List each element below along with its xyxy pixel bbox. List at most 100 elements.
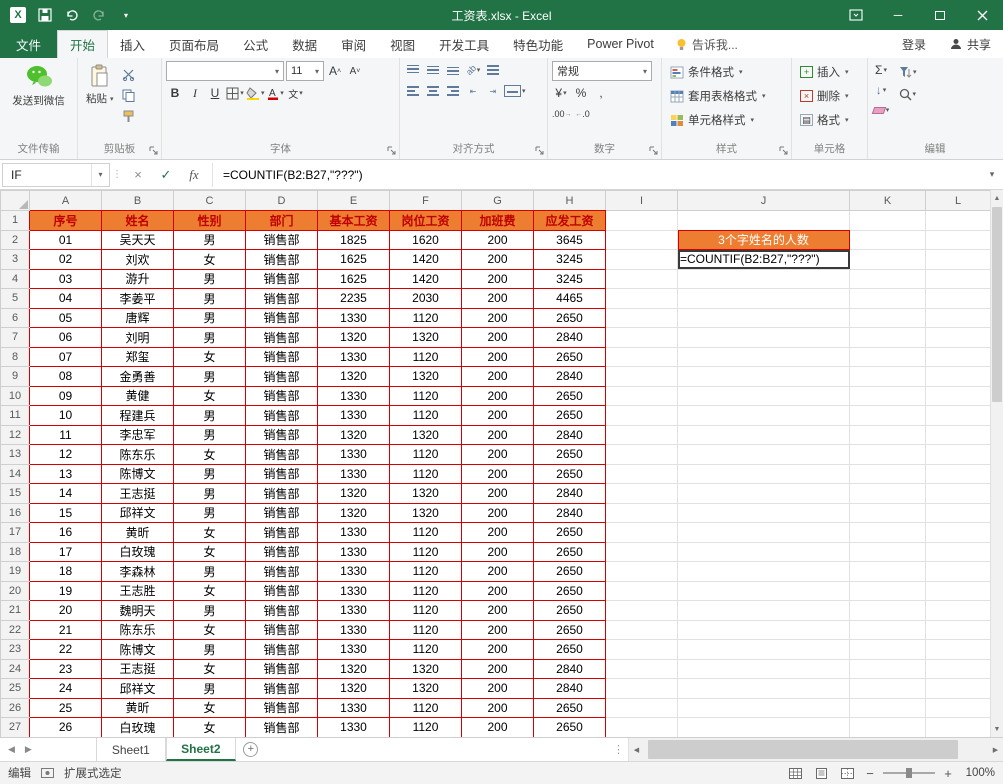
cell-I17[interactable] bbox=[605, 522, 678, 543]
cell-I7[interactable] bbox=[605, 327, 678, 348]
formula-bar-expand-icon[interactable]: ▾ bbox=[981, 169, 1003, 180]
cell-K25[interactable] bbox=[849, 678, 926, 699]
cell-F25[interactable]: 1320 bbox=[389, 678, 462, 699]
cell-H15[interactable]: 2840 bbox=[533, 483, 606, 504]
cell-L3[interactable] bbox=[925, 249, 990, 270]
cell-L26[interactable] bbox=[925, 697, 990, 718]
row-header-10[interactable]: 10 bbox=[0, 385, 30, 406]
cell-A26[interactable]: 25 bbox=[29, 697, 102, 718]
cell-I5[interactable] bbox=[605, 288, 678, 309]
page-break-view-button[interactable] bbox=[837, 764, 857, 782]
zoom-slider-thumb[interactable] bbox=[906, 768, 912, 778]
cell-L2[interactable] bbox=[925, 229, 990, 250]
cell-D19[interactable]: 销售部 bbox=[245, 561, 318, 582]
tab-view[interactable]: 视图 bbox=[378, 30, 427, 58]
cell-H9[interactable]: 2840 bbox=[533, 366, 606, 387]
insert-function-button[interactable]: fx bbox=[180, 163, 208, 187]
cell-D13[interactable]: 销售部 bbox=[245, 444, 318, 465]
insert-cells-button[interactable]: + 插入 ▾ bbox=[796, 60, 863, 84]
fill-color-button[interactable]: ▾ bbox=[246, 84, 265, 102]
cell-G9[interactable]: 200 bbox=[461, 366, 534, 387]
tab-splitter-handle[interactable]: ⋮ bbox=[609, 738, 628, 761]
cell-K2[interactable] bbox=[849, 229, 926, 250]
cell-J18[interactable] bbox=[677, 541, 850, 562]
zoom-level[interactable]: 100% bbox=[961, 767, 995, 779]
percent-style-button[interactable]: % bbox=[572, 84, 590, 102]
cell-I24[interactable] bbox=[605, 658, 678, 679]
cell-F19[interactable]: 1120 bbox=[389, 561, 462, 582]
number-dialog-launcher[interactable] bbox=[648, 145, 659, 156]
cell-E10[interactable]: 1330 bbox=[317, 385, 390, 406]
cell-H16[interactable]: 2840 bbox=[533, 502, 606, 523]
cell-C14[interactable]: 男 bbox=[173, 463, 246, 484]
cell-K24[interactable] bbox=[849, 658, 926, 679]
page-layout-view-button[interactable] bbox=[811, 764, 831, 782]
font-size-combo[interactable]: 11 ▾ bbox=[286, 61, 324, 81]
cell-H6[interactable]: 2650 bbox=[533, 307, 606, 328]
cell-G15[interactable]: 200 bbox=[461, 483, 534, 504]
cell-J16[interactable] bbox=[677, 502, 850, 523]
col-header-G[interactable]: G bbox=[461, 190, 534, 211]
cell-H23[interactable]: 2650 bbox=[533, 639, 606, 660]
cell-B14[interactable]: 陈博文 bbox=[101, 463, 174, 484]
cell-D2[interactable]: 销售部 bbox=[245, 229, 318, 250]
paste-button[interactable]: 粘贴 ▾ bbox=[82, 61, 118, 141]
cell-A2[interactable]: 01 bbox=[29, 229, 102, 250]
comma-style-button[interactable]: , bbox=[592, 84, 610, 102]
col-header-I[interactable]: I bbox=[605, 190, 678, 211]
cell-G14[interactable]: 200 bbox=[461, 463, 534, 484]
cell-C26[interactable]: 女 bbox=[173, 697, 246, 718]
cell-A18[interactable]: 17 bbox=[29, 541, 102, 562]
number-format-combo[interactable]: 常规 ▾ bbox=[552, 61, 652, 81]
cell-A6[interactable]: 05 bbox=[29, 307, 102, 328]
row-header-9[interactable]: 9 bbox=[0, 366, 30, 387]
cell-I15[interactable] bbox=[605, 483, 678, 504]
cell-D1[interactable]: 部门 bbox=[245, 210, 318, 231]
cell-F22[interactable]: 1120 bbox=[389, 619, 462, 640]
macro-record-icon[interactable] bbox=[41, 768, 54, 778]
cell-L14[interactable] bbox=[925, 463, 990, 484]
increase-indent-button[interactable]: ⇥ bbox=[484, 82, 502, 100]
cell-I16[interactable] bbox=[605, 502, 678, 523]
cell-H2[interactable]: 3645 bbox=[533, 229, 606, 250]
cell-J12[interactable] bbox=[677, 424, 850, 445]
cell-L15[interactable] bbox=[925, 483, 990, 504]
cell-C21[interactable]: 男 bbox=[173, 600, 246, 621]
cell-K22[interactable] bbox=[849, 619, 926, 640]
clipboard-dialog-launcher[interactable] bbox=[148, 145, 159, 156]
row-header-15[interactable]: 15 bbox=[0, 483, 30, 504]
cell-E4[interactable]: 1625 bbox=[317, 268, 390, 289]
copy-button[interactable] bbox=[120, 86, 138, 104]
cell-L21[interactable] bbox=[925, 600, 990, 621]
row-header-21[interactable]: 21 bbox=[0, 600, 30, 621]
font-dialog-launcher[interactable] bbox=[386, 145, 397, 156]
delete-cells-button[interactable]: × 删除 ▾ bbox=[796, 84, 863, 108]
row-header-14[interactable]: 14 bbox=[0, 463, 30, 484]
cell-I13[interactable] bbox=[605, 444, 678, 465]
cell-E1[interactable]: 基本工资 bbox=[317, 210, 390, 231]
format-cells-button[interactable]: ▤ 格式 ▾ bbox=[796, 108, 863, 132]
row-header-19[interactable]: 19 bbox=[0, 561, 30, 582]
vertical-scrollbar[interactable]: ▲ ▼ bbox=[990, 190, 1003, 737]
cell-L11[interactable] bbox=[925, 405, 990, 426]
cell-G25[interactable]: 200 bbox=[461, 678, 534, 699]
font-name-combo[interactable]: ▾ bbox=[166, 61, 284, 81]
cell-I2[interactable] bbox=[605, 229, 678, 250]
cell-L24[interactable] bbox=[925, 658, 990, 679]
row-header-3[interactable]: 3 bbox=[0, 249, 30, 270]
cell-H18[interactable]: 2650 bbox=[533, 541, 606, 562]
cell-H19[interactable]: 2650 bbox=[533, 561, 606, 582]
cell-E7[interactable]: 1320 bbox=[317, 327, 390, 348]
cell-A8[interactable]: 07 bbox=[29, 346, 102, 367]
cell-C2[interactable]: 男 bbox=[173, 229, 246, 250]
cell-J22[interactable] bbox=[677, 619, 850, 640]
cell-I9[interactable] bbox=[605, 366, 678, 387]
cell-A4[interactable]: 03 bbox=[29, 268, 102, 289]
cell-E23[interactable]: 1330 bbox=[317, 639, 390, 660]
col-header-D[interactable]: D bbox=[245, 190, 318, 211]
font-color-button[interactable]: A ▾ bbox=[267, 84, 285, 102]
ribbon-display-options-button[interactable] bbox=[835, 0, 877, 30]
conditional-formatting-button[interactable]: 条件格式 ▾ bbox=[666, 60, 787, 84]
cell-J11[interactable] bbox=[677, 405, 850, 426]
cell-L27[interactable] bbox=[925, 717, 990, 737]
